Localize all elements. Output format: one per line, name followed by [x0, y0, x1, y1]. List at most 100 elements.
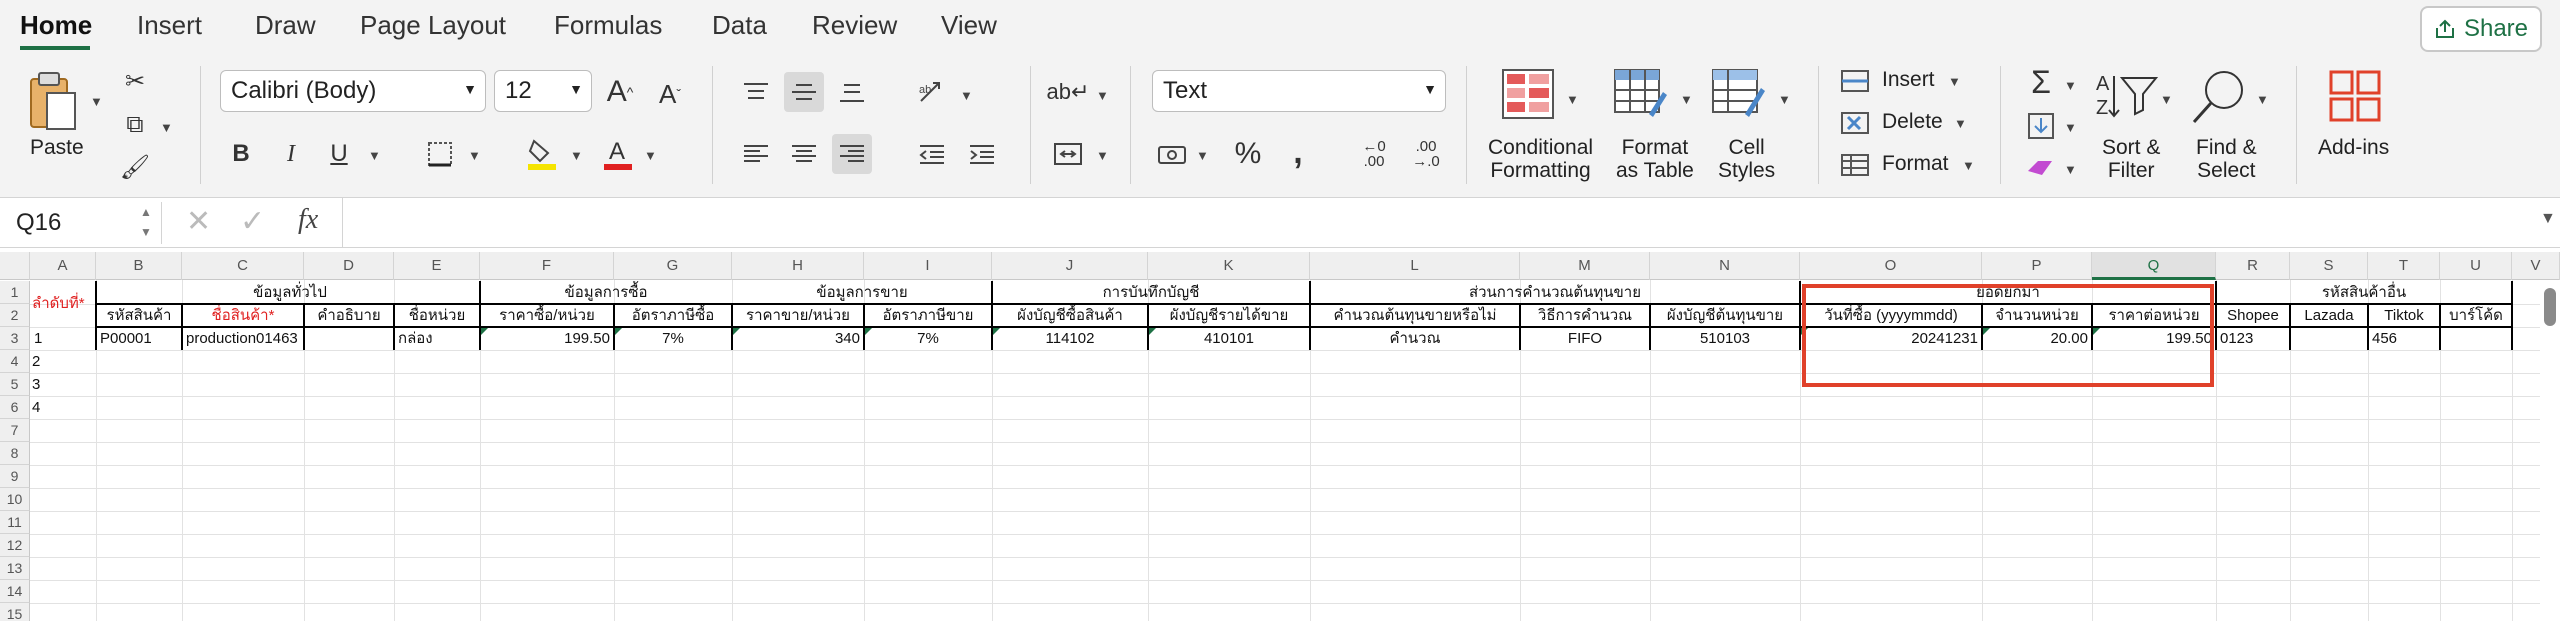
header-cell-S[interactable]: Lazada — [2290, 304, 2368, 327]
delete-cells-label[interactable]: Delete — [1882, 110, 1943, 133]
orientation-dropdown-icon[interactable]: ▼ — [960, 88, 973, 103]
error-indicator-icon[interactable] — [865, 328, 872, 335]
cell-styles-icon[interactable] — [1710, 66, 1768, 122]
borders-dropdown-icon[interactable]: ▼ — [468, 148, 481, 163]
cancel-icon[interactable]: ✕ — [186, 204, 211, 239]
header-cell-U[interactable]: บาร์โค้ด — [2440, 304, 2512, 327]
header-cell-T[interactable]: Tiktok — [2368, 304, 2440, 327]
cell-A1[interactable]: ลำดับที่* — [32, 292, 96, 315]
increase-indent-icon[interactable] — [962, 134, 1002, 174]
font-name-select[interactable]: Calibri (Body) ▼ — [220, 70, 486, 112]
font-color-dropdown-icon[interactable]: ▼ — [644, 148, 657, 163]
row-header-10[interactable]: 10 — [0, 488, 30, 511]
wrap-text-icon[interactable]: ab↵ — [1047, 72, 1090, 112]
column-header-A[interactable]: A — [30, 252, 96, 280]
percent-style-icon[interactable]: % — [1228, 134, 1268, 174]
paste-button[interactable] — [24, 70, 82, 136]
cell-K3[interactable]: 410101 — [1152, 327, 1306, 350]
align-top-icon[interactable] — [736, 72, 776, 112]
row-header-11[interactable]: 11 — [0, 511, 30, 534]
format-as-table-dropdown-icon[interactable]: ▼ — [1680, 92, 1693, 107]
insert-cells-icon[interactable] — [1838, 66, 1872, 96]
header-cell-G[interactable]: อัตราภาษีซื้อ — [614, 304, 732, 327]
tab-insert[interactable]: Insert — [137, 10, 202, 41]
row-header-2[interactable]: 2 — [0, 304, 30, 327]
row-header-5[interactable]: 5 — [0, 373, 30, 396]
group-accounting-header[interactable]: การบันทึกบัญชี — [992, 281, 1310, 304]
italic-icon[interactable]: I — [274, 134, 308, 174]
font-color-icon[interactable]: A — [598, 132, 638, 176]
insert-dropdown-icon[interactable]: ▼ — [1948, 74, 1961, 89]
cut-icon[interactable]: ✂ — [118, 64, 152, 98]
cell-T3[interactable]: 456 — [2372, 327, 2436, 350]
clear-eraser-icon[interactable] — [2024, 150, 2058, 186]
align-left-icon[interactable] — [736, 134, 776, 174]
column-header-L[interactable]: L — [1310, 252, 1520, 280]
format-as-table-icon[interactable] — [1612, 66, 1670, 122]
select-all-corner[interactable] — [0, 252, 30, 280]
column-header-N[interactable]: N — [1650, 252, 1800, 280]
autosum-icon[interactable]: Σ — [2024, 64, 2058, 100]
cell-F3[interactable]: 199.50 — [484, 327, 610, 350]
borders-icon[interactable] — [420, 134, 460, 174]
row-header-13[interactable]: 13 — [0, 557, 30, 580]
column-header-T[interactable]: T — [2368, 252, 2440, 280]
cell-C3[interactable]: production01463 — [186, 327, 386, 350]
column-header-G[interactable]: G — [614, 252, 732, 280]
column-header-Q[interactable]: Q — [2092, 252, 2216, 280]
format-cells-icon[interactable] — [1838, 150, 1872, 180]
font-size-select[interactable]: 12 ▼ — [494, 70, 592, 112]
cell-A3[interactable]: 1 — [34, 327, 92, 350]
decrease-decimal-icon[interactable]: .00 →.0 — [1404, 134, 1448, 174]
name-box[interactable]: Q16 — [0, 202, 162, 244]
fill-color-icon[interactable] — [522, 132, 562, 176]
align-middle-icon[interactable] — [784, 72, 824, 112]
group-general-header[interactable]: ข้อมูลทั่วไป — [100, 281, 480, 304]
format-painter-icon[interactable]: 🖌 — [118, 150, 152, 184]
header-cell-D[interactable]: คำอธิบาย — [304, 304, 394, 327]
header-cell-F[interactable]: ราคาซื้อ/หน่วย — [480, 304, 614, 327]
cell-R3[interactable]: 0123 — [2220, 327, 2286, 350]
error-indicator-icon[interactable] — [993, 328, 1000, 335]
tab-page-layout[interactable]: Page Layout — [360, 10, 506, 41]
column-header-R[interactable]: R — [2216, 252, 2290, 280]
increase-decimal-icon[interactable]: ←0.00 — [1352, 134, 1396, 174]
column-header-C[interactable]: C — [182, 252, 304, 280]
fill-dropdown-icon[interactable]: ▼ — [2064, 120, 2077, 135]
header-cell-M[interactable]: วิธีการคำนวณ — [1520, 304, 1650, 327]
row-header-3[interactable]: 3 — [0, 327, 30, 350]
group-other-codes-header[interactable]: รหัสสินค้าอื่น — [2216, 281, 2512, 304]
clear-dropdown-icon[interactable]: ▼ — [2064, 162, 2077, 177]
column-header-H[interactable]: H — [732, 252, 864, 280]
column-header-K[interactable]: K — [1148, 252, 1310, 280]
header-cell-K[interactable]: ผังบัญชีรายได้ขาย — [1148, 304, 1310, 327]
underline-icon[interactable]: U — [322, 134, 356, 174]
insert-cells-label[interactable]: Insert — [1882, 68, 1935, 91]
cell-H3[interactable]: 340 — [736, 327, 860, 350]
tab-formulas[interactable]: Formulas — [554, 10, 662, 41]
align-bottom-icon[interactable] — [832, 72, 872, 112]
header-cell-J[interactable]: ผังบัญชีซื้อสินค้า — [992, 304, 1148, 327]
error-indicator-icon[interactable] — [481, 328, 488, 335]
cell-J3[interactable]: 114102 — [996, 327, 1144, 350]
format-cells-label[interactable]: Format — [1882, 152, 1949, 175]
vertical-scrollbar-thumb[interactable] — [2544, 288, 2556, 326]
tab-data[interactable]: Data — [712, 10, 767, 41]
group-sales-header[interactable]: ข้อมูลการขาย — [732, 281, 992, 304]
error-indicator-icon[interactable] — [615, 328, 622, 335]
formula-bar-expand-icon[interactable]: ▼ — [2540, 210, 2556, 228]
addins-icon[interactable] — [2328, 66, 2382, 126]
header-cell-C[interactable]: ชื่อสินค้า* — [182, 304, 304, 327]
header-cell-L[interactable]: คำนวณต้นทุนขายหรือไม่ — [1310, 304, 1520, 327]
error-indicator-icon[interactable] — [733, 328, 740, 335]
align-center-icon[interactable] — [784, 134, 824, 174]
header-cell-I[interactable]: อัตราภาษีขาย — [864, 304, 992, 327]
merge-dropdown-icon[interactable]: ▼ — [1096, 148, 1109, 163]
column-header-I[interactable]: I — [864, 252, 992, 280]
format-dropdown-icon[interactable]: ▼ — [1962, 158, 1975, 173]
delete-cells-icon[interactable] — [1838, 108, 1872, 138]
paste-dropdown-icon[interactable]: ▼ — [90, 94, 103, 109]
cell-N3[interactable]: 510103 — [1654, 327, 1796, 350]
formula-input[interactable] — [354, 208, 2534, 238]
name-box-stepper-icon[interactable]: ▲ ▼ — [140, 202, 152, 242]
